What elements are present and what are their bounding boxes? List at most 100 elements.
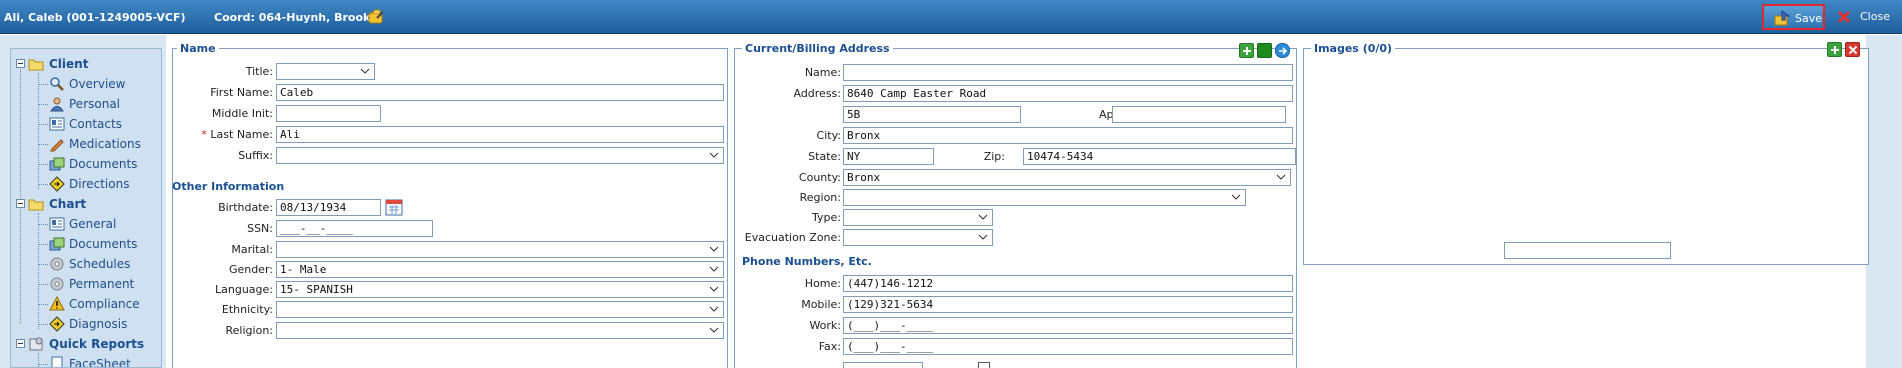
name-panel: Name Title: First Name: Caleb Middle Ini… — [172, 42, 728, 368]
add-image-button[interactable] — [1827, 42, 1842, 57]
gender-label: Gender: — [228, 263, 273, 276]
chevron-down-icon — [978, 214, 988, 220]
last-name-label-text: Last Name: — [210, 128, 273, 141]
apt-field[interactable] — [1112, 106, 1286, 123]
title-label: Title: — [245, 65, 273, 78]
home-phone-field[interactable]: (447)146-1212 — [843, 275, 1293, 292]
images-legend: Images (0/0) — [1311, 42, 1396, 55]
nav-permanent[interactable]: Permanent — [11, 275, 161, 293]
chevron-down-icon — [709, 306, 719, 312]
evacuation-zone-select[interactable] — [843, 229, 993, 246]
addr-name-label: Name: — [804, 66, 841, 79]
middle-init-field[interactable] — [276, 105, 381, 122]
title-select[interactable] — [276, 63, 375, 80]
calendar-icon[interactable] — [385, 198, 403, 216]
image-caption-field[interactable] — [1504, 242, 1671, 259]
close-button[interactable]: Close — [1835, 4, 1897, 30]
contacts-card-icon — [49, 217, 65, 231]
phones-title: Phone Numbers, Etc. — [742, 255, 872, 268]
navigation-tree: Client Overview Personal Contacts Medica… — [10, 48, 162, 368]
last-name-label: * Last Name: — [173, 128, 273, 141]
arrow-right-icon — [1279, 47, 1288, 55]
evacuation-zone-label: Evacuation Zone: — [744, 231, 841, 244]
nav-overview[interactable]: Overview — [11, 75, 161, 93]
nav-chart-documents[interactable]: Documents — [11, 235, 161, 253]
last-name-field[interactable]: Ali — [276, 126, 724, 143]
fax-field[interactable]: (___)___-____ — [843, 338, 1293, 355]
delete-image-button[interactable] — [1845, 42, 1860, 57]
add-address-button[interactable] — [1239, 43, 1254, 58]
address-status-button[interactable] — [1257, 43, 1272, 58]
ethnicity-select[interactable] — [276, 301, 724, 318]
gender-select[interactable]: 1- Male — [276, 261, 724, 278]
nav-directions-label: Directions — [69, 177, 130, 191]
pencil-icon — [50, 139, 64, 152]
address-next-button[interactable] — [1275, 43, 1290, 58]
work-phone-label: Work: — [809, 319, 841, 332]
nav-contacts-label: Contacts — [69, 117, 122, 131]
save-label: Save — [1795, 12, 1823, 25]
county-label: County: — [798, 171, 841, 184]
nav-schedules[interactable]: Schedules — [11, 255, 161, 273]
address-panel: Current/Billing Address Name: Address: 8… — [734, 42, 1297, 368]
nav-facesheet[interactable]: FaceSheet — [11, 355, 161, 367]
suffix-select[interactable] — [276, 147, 724, 164]
collapse-icon[interactable] — [16, 199, 25, 208]
marital-select[interactable] — [276, 241, 724, 258]
chevron-down-icon — [709, 266, 719, 272]
reports-icon — [29, 337, 43, 351]
language-select[interactable]: 15- SPANISH — [276, 281, 724, 298]
address-legend: Current/Billing Address — [742, 42, 893, 55]
birthdate-field[interactable]: 08/13/1934 — [276, 199, 381, 216]
extra-phone-field[interactable] — [843, 362, 923, 368]
nav-diagnosis[interactable]: Diagnosis — [11, 315, 161, 333]
nav-compliance[interactable]: Compliance — [11, 295, 161, 313]
extra-checkbox[interactable] — [978, 362, 990, 368]
type-select[interactable] — [843, 209, 993, 226]
addr-name-field[interactable] — [843, 64, 1293, 81]
nav-general-label: General — [69, 217, 117, 231]
nav-medications[interactable]: Medications — [11, 135, 161, 153]
nav-documents-label: Documents — [69, 157, 138, 171]
nav-personal[interactable]: Personal — [11, 95, 161, 113]
collapse-icon[interactable] — [16, 339, 25, 348]
ssn-field[interactable]: ___-__-____ — [276, 220, 433, 237]
nav-documents[interactable]: Documents — [11, 155, 161, 173]
gender-value: 1- Male — [280, 263, 327, 276]
warning-icon — [49, 296, 65, 311]
nav-chart[interactable]: Chart — [11, 195, 161, 213]
religion-select[interactable] — [276, 322, 724, 339]
nav-general[interactable]: General — [11, 215, 161, 233]
state-field[interactable]: NY — [843, 148, 934, 165]
coordinator-edit-icon[interactable] — [368, 9, 384, 25]
required-marker: * — [201, 128, 207, 141]
city-field[interactable]: Bronx — [843, 127, 1293, 144]
person-icon — [50, 97, 64, 112]
address-line2-field[interactable]: 5B — [843, 106, 1021, 123]
folder-icon — [28, 199, 44, 211]
ssn-label: SSN: — [247, 222, 273, 235]
nav-client[interactable]: Client — [11, 55, 161, 73]
chevron-down-icon — [978, 234, 988, 240]
region-label: Region: — [799, 191, 841, 204]
nav-overview-label: Overview — [69, 77, 126, 91]
save-button[interactable]: Save — [1762, 4, 1825, 30]
directions-sign-icon — [49, 316, 65, 332]
work-phone-field[interactable]: (___)___-____ — [843, 317, 1293, 334]
first-name-field[interactable]: Caleb — [276, 84, 724, 101]
chevron-down-icon — [709, 152, 719, 158]
collapse-icon[interactable] — [16, 59, 25, 68]
nav-quick-reports[interactable]: Quick Reports — [11, 335, 161, 353]
magnifier-icon — [50, 77, 64, 91]
gear-icon — [50, 257, 64, 271]
images-panel: Images (0/0) — [1303, 42, 1869, 265]
type-label: Type: — [812, 211, 841, 224]
zip-field[interactable]: 10474-5434 — [1023, 148, 1296, 165]
nav-personal-label: Personal — [69, 97, 121, 111]
address-line1-field[interactable]: 8640 Camp Easter Road — [843, 85, 1293, 102]
nav-directions[interactable]: Directions — [11, 175, 161, 193]
county-select[interactable]: Bronx — [843, 169, 1291, 186]
nav-contacts[interactable]: Contacts — [11, 115, 161, 133]
region-select[interactable] — [843, 189, 1246, 206]
mobile-phone-field[interactable]: (129)321-5634 — [843, 296, 1293, 313]
